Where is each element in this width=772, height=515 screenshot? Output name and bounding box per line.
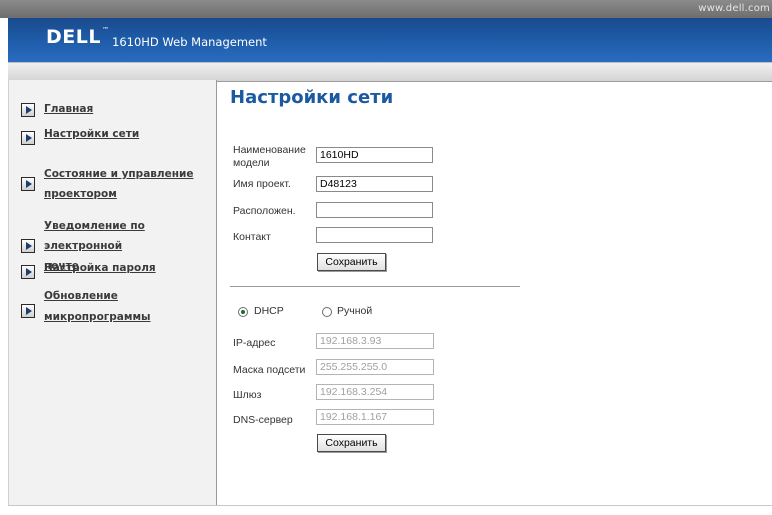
sidebar-item-home[interactable]: Главная [21,99,93,120]
sidebar-item-projector-status[interactable]: Состояние и управление проектором [21,164,193,204]
arrow-right-icon [21,131,35,145]
gateway-field[interactable]: 192.168.3.254 [316,384,434,400]
dhcp-label: DHCP [254,305,284,317]
left-gutter [0,18,8,515]
projector-name-label: Имя проект. [233,178,291,190]
location-label: Расположен. [233,205,296,217]
manual-label: Ручной [337,305,373,317]
save-network-button[interactable]: Сохранить [317,434,386,452]
dns-server-field[interactable]: 192.168.1.167 [316,409,434,425]
arrow-right-icon [21,264,35,279]
sidebar: Главная Настройки сети Состояние и управ… [8,80,217,505]
page-title: Настройки сети [230,87,394,108]
subnet-mask-field[interactable]: 255.255.255.0 [316,359,434,375]
ip-address-field[interactable]: 192.168.3.93 [316,333,434,349]
dell-url-link[interactable]: www.dell.com [698,3,770,14]
sidebar-item-label[interactable]: Настройки сети [44,124,139,145]
sidebar-item-label[interactable]: Обновление микропрограммы [44,286,216,328]
dns-server-label: DNS-сервер [233,414,293,426]
arrow-right-icon [21,177,35,191]
top-strip: www.dell.com [0,0,772,18]
sidebar-item-network-settings[interactable]: Настройки сети [21,128,139,145]
arrow-right-icon [21,102,35,117]
sidebar-item-label[interactable]: Настройка пароля [44,258,156,279]
sub-header-bar [8,62,772,82]
contact-field[interactable] [316,227,433,243]
model-name-field[interactable]: 1610HD [316,147,433,163]
ip-address-label: IP-адрес [233,337,276,349]
location-field[interactable] [316,202,433,218]
bottom-border [8,505,772,506]
contact-label: Контакт [233,231,271,243]
arrow-right-icon [21,304,35,318]
sidebar-item-password[interactable]: Настройка пароля [21,262,156,279]
projector-name-field[interactable]: D48123 [316,176,433,192]
sidebar-item-label[interactable]: Главная [44,99,93,120]
save-projector-info-button[interactable]: Сохранить [317,253,386,271]
manual-radio[interactable] [322,307,332,317]
dhcp-radio[interactable] [238,307,248,317]
header-banner: DELL™ 1610HD Web Management [8,18,772,62]
arrow-right-icon [21,239,35,253]
sidebar-item-label[interactable]: Состояние и управление [44,168,193,180]
sidebar-item-label[interactable]: проектором [44,188,117,200]
dell-logo: DELL™ [46,26,110,48]
subnet-mask-label: Маска подсети [233,364,306,376]
sidebar-item-label[interactable]: Уведомление по электронной [44,220,145,252]
app-title: 1610HD Web Management [112,35,267,49]
sidebar-item-firmware-update[interactable]: Обновление микропрограммы [21,290,216,328]
model-name-label: Наименование модели [233,144,306,169]
gateway-label: Шлюз [233,389,262,401]
section-divider [230,286,520,287]
